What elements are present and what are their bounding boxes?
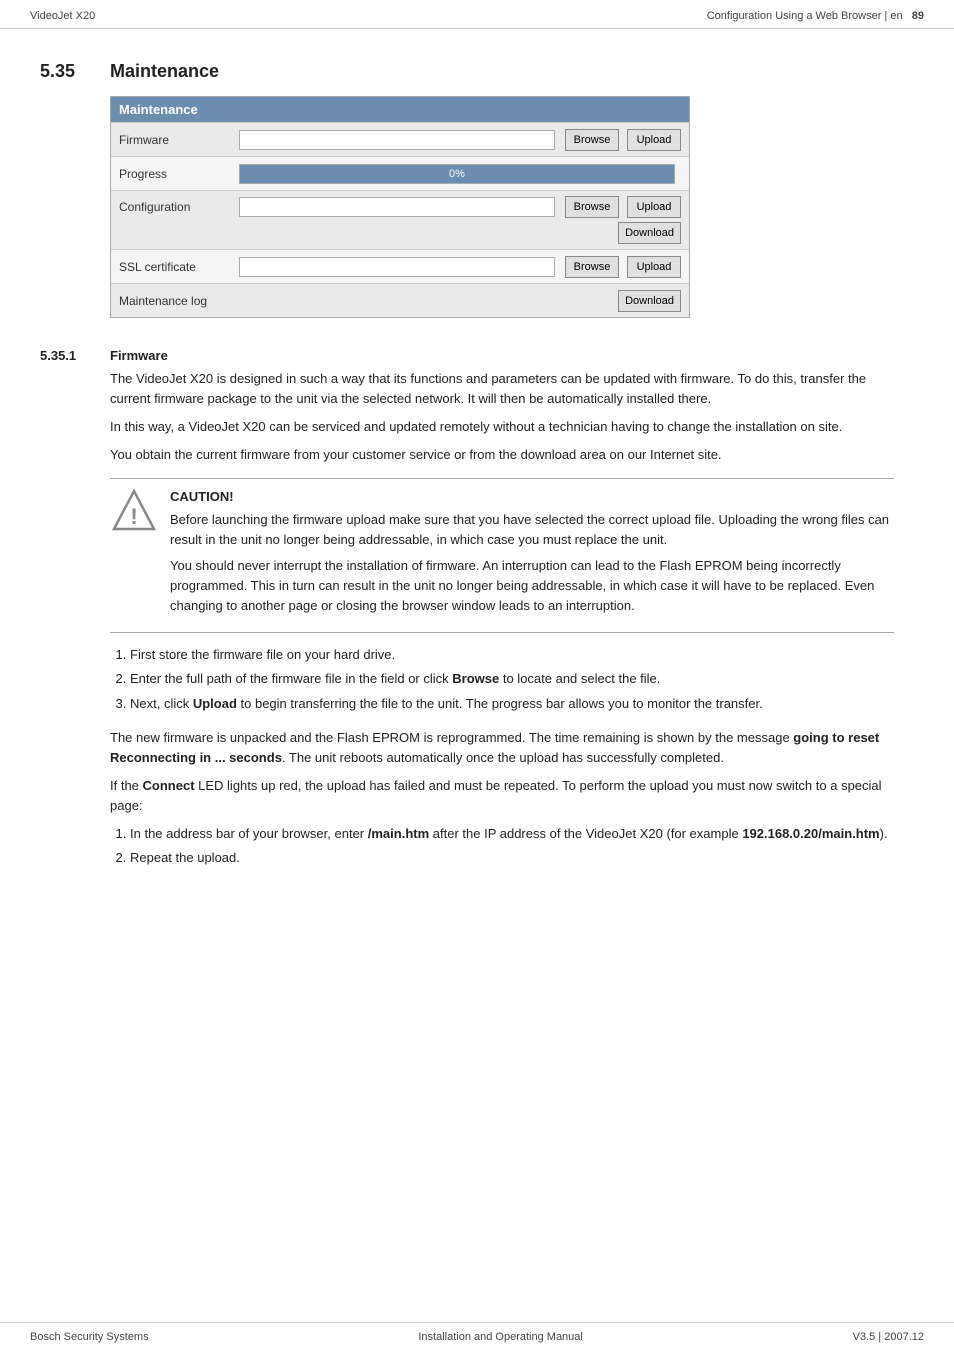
footer-right: V3.5 | 2007.12 (853, 1331, 924, 1343)
footer-left: Bosch Security Systems (30, 1331, 149, 1343)
configuration-download-button[interactable]: Download (618, 222, 681, 244)
maintenance-panel-header: Maintenance (111, 97, 689, 122)
configuration-browse-button[interactable]: Browse (565, 196, 619, 218)
section-title: Maintenance (110, 61, 219, 82)
caution-para-1: Before launching the firmware upload mak… (170, 510, 894, 550)
final-step-1: In the address bar of your browser, ente… (130, 824, 894, 844)
firmware-upload-button[interactable]: Upload (627, 129, 681, 151)
header-left: VideoJet X20 (30, 10, 95, 22)
steps-list: First store the firmware file on your ha… (110, 645, 894, 713)
post-steps-para-2: If the Connect LED lights up red, the up… (110, 776, 894, 816)
caution-title: CAUTION! (170, 489, 894, 504)
page-footer: Bosch Security Systems Installation and … (0, 1322, 954, 1351)
configuration-label: Configuration (119, 200, 239, 214)
firmware-browse-button[interactable]: Browse (565, 129, 619, 151)
maintenance-log-row: Maintenance log Download (111, 283, 689, 317)
ssl-label: SSL certificate (119, 260, 239, 274)
maintenance-log-download-button[interactable]: Download (618, 290, 681, 312)
ssl-input[interactable] (239, 257, 555, 277)
section-heading: 5.35 Maintenance (40, 61, 894, 82)
firmware-input[interactable] (239, 130, 555, 150)
subsection-number: 5.35.1 (40, 348, 110, 363)
ssl-certificate-row: SSL certificate Browse Upload (111, 249, 689, 283)
step-3: Next, click Upload to begin transferring… (130, 694, 894, 714)
firmware-para-1: The VideoJet X20 is designed in such a w… (110, 369, 894, 409)
caution-content: CAUTION! Before launching the firmware u… (170, 489, 894, 623)
warning-triangle-icon: ! (110, 487, 158, 535)
firmware-label: Firmware (119, 133, 239, 147)
subsection-heading: 5.35.1 Firmware (40, 348, 894, 363)
header-right: Configuration Using a Web Browser | en 8… (707, 10, 924, 22)
firmware-row: Firmware Browse Upload (111, 122, 689, 156)
ssl-browse-button[interactable]: Browse (565, 256, 619, 278)
progress-input (239, 164, 675, 184)
caution-para-2: You should never interrupt the installat… (170, 556, 894, 616)
configuration-input[interactable] (239, 197, 555, 217)
step-1: First store the firmware file on your ha… (130, 645, 894, 665)
section-number: 5.35 (40, 61, 110, 82)
ssl-upload-button[interactable]: Upload (627, 256, 681, 278)
step-2: Enter the full path of the firmware file… (130, 669, 894, 689)
configuration-row: Configuration Browse Upload Download (111, 190, 689, 249)
firmware-para-2: In this way, a VideoJet X20 can be servi… (110, 417, 894, 437)
final-steps-list: In the address bar of your browser, ente… (110, 824, 894, 868)
progress-label: Progress (119, 167, 239, 181)
firmware-para-3: You obtain the current firmware from you… (110, 445, 894, 465)
subsection-title: Firmware (110, 348, 168, 363)
post-steps-para-1: The new firmware is unpacked and the Fla… (110, 728, 894, 768)
configuration-upload-button[interactable]: Upload (627, 196, 681, 218)
caution-box: ! CAUTION! Before launching the firmware… (110, 478, 894, 634)
maintenance-log-label: Maintenance log (119, 294, 239, 308)
svg-text:!: ! (130, 504, 137, 529)
maintenance-table: Maintenance Firmware Browse Upload Progr… (110, 96, 690, 318)
progress-row: Progress (111, 156, 689, 190)
footer-center: Installation and Operating Manual (418, 1331, 583, 1343)
page-header: VideoJet X20 Configuration Using a Web B… (0, 0, 954, 29)
final-step-2: Repeat the upload. (130, 848, 894, 868)
